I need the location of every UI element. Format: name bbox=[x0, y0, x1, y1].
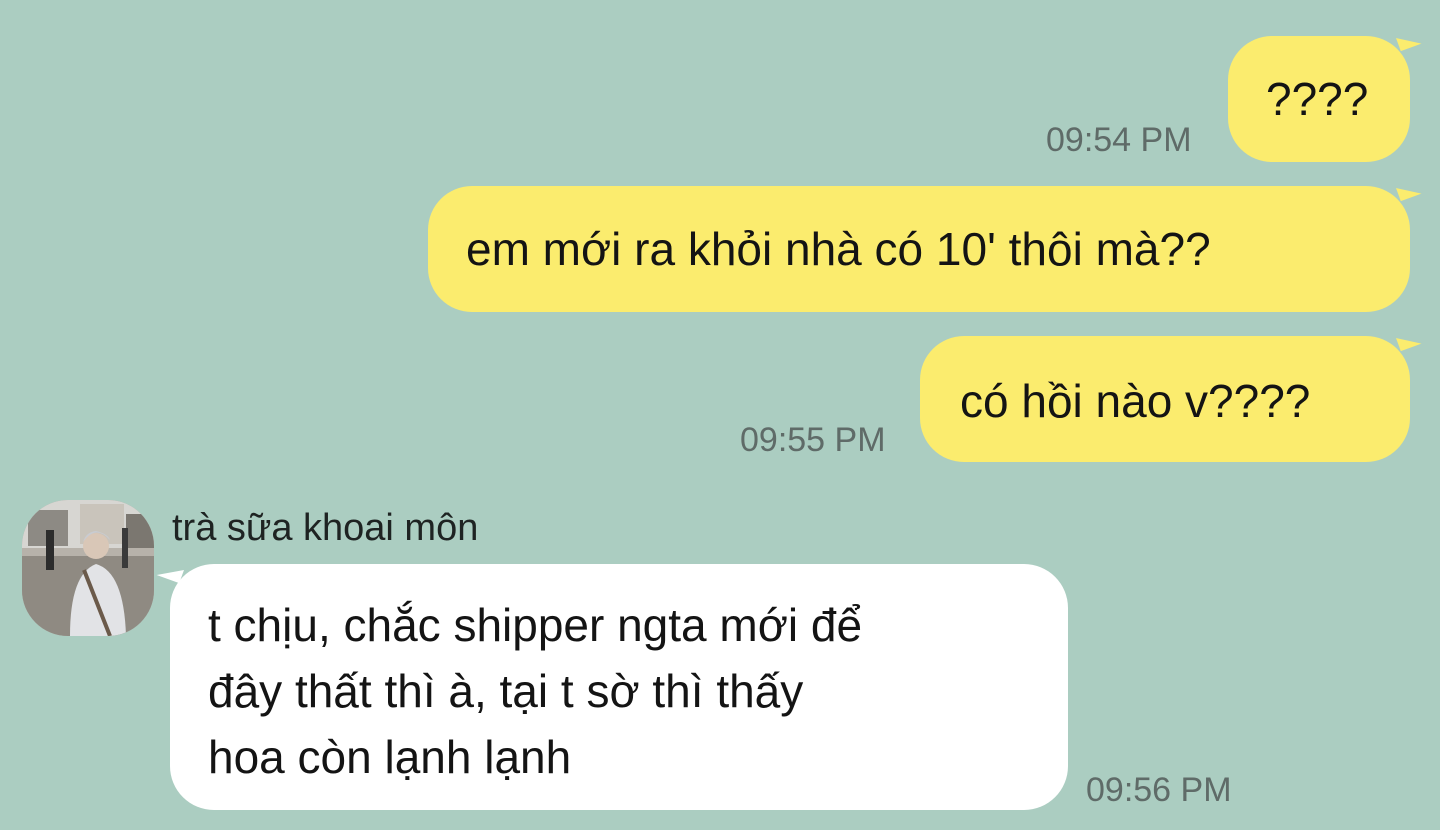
message-timestamp: 09:56 PM bbox=[1086, 771, 1232, 809]
message-timestamp: 09:54 PM bbox=[1046, 121, 1192, 159]
message-text-line: đây thất thì à, tại t sờ thì thấy bbox=[208, 665, 804, 717]
message-text: có hồi nào v???? bbox=[960, 375, 1311, 427]
chat-conversation: 09:54 PM ???? em mới ra khỏi nhà có 10' … bbox=[0, 0, 1440, 830]
sender-avatar[interactable] bbox=[22, 500, 154, 636]
profile-photo-avatar-icon bbox=[22, 500, 154, 636]
message-text-line: hoa còn lạnh lạnh bbox=[208, 731, 572, 783]
outgoing-message-bubble[interactable]: ???? bbox=[1228, 36, 1410, 162]
message-text: ???? bbox=[1266, 73, 1369, 125]
sender-name: trà sữa khoai môn bbox=[172, 507, 479, 549]
message-text: em mới ra khỏi nhà có 10' thôi mà?? bbox=[466, 223, 1211, 275]
outgoing-message-bubble[interactable]: có hồi nào v???? bbox=[920, 336, 1410, 462]
outgoing-message-bubble[interactable]: em mới ra khỏi nhà có 10' thôi mà?? bbox=[428, 186, 1410, 312]
message-text-line: t chịu, chắc shipper ngta mới để bbox=[208, 599, 863, 651]
incoming-message-bubble[interactable]: t chịu, chắc shipper ngta mới để đây thấ… bbox=[170, 564, 1068, 810]
message-timestamp: 09:55 PM bbox=[740, 421, 886, 459]
